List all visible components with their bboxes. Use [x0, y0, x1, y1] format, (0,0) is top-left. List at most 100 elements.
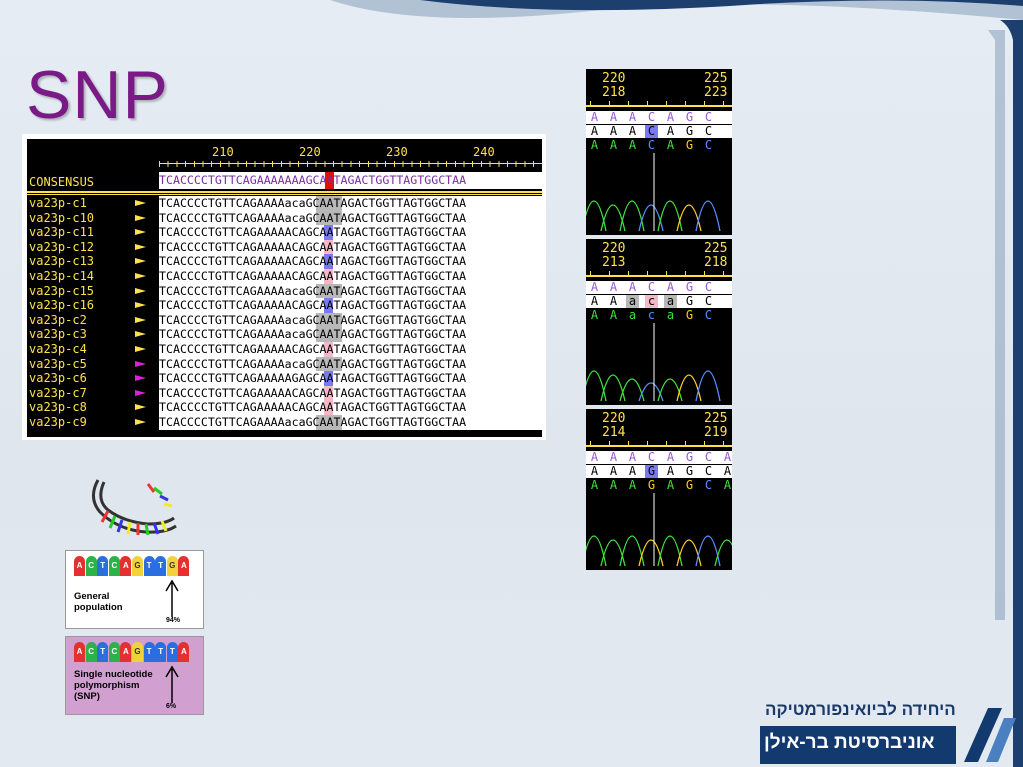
called-base: A [628, 478, 637, 492]
nucleotide-base: T [143, 642, 155, 662]
sequence-row-label: va23p-c14 [29, 268, 95, 283]
row-arrow-icon [135, 345, 146, 352]
position-label: 223 [704, 85, 728, 100]
sequence-text: TCACCCCTGTTCAGAAAAACAGCAATAGACTGGTTAGTGG… [159, 341, 467, 356]
unit-name: היחידה לביואינפורמטיקה [765, 700, 956, 719]
position-tick [704, 101, 705, 106]
sequence-row: va23p-c9 TCACCCCTGTTCAGAAAAacaGCAATAGACTG… [27, 414, 542, 430]
consensus-label: CONSENSUS [29, 175, 95, 189]
called-base: C [704, 478, 713, 492]
sequence-row: va23p-c16 TCACCCCTGTTCAGAAAAACAGCAATAGACT… [27, 298, 542, 313]
position-label: 225 [704, 411, 728, 426]
reference-base: A [609, 280, 618, 294]
reference-base: C [647, 280, 656, 294]
sample-base: G [645, 465, 658, 478]
university-name: אוניברסיטת בר-אילן [764, 732, 935, 753]
dna-helix-icon [92, 479, 177, 536]
sequence-text: TCACCCCTGTTCAGAAAAacaGCAATAGACTGGTTAGTGG… [159, 414, 467, 429]
position-tick [628, 441, 629, 446]
sequence-row: va23p-c4 TCACCCCTGTTCAGAAAAACAGCAATAGACTG… [27, 341, 542, 357]
called-base: C [647, 138, 656, 152]
position-ruler [586, 275, 732, 277]
called-bases-row: AAAGAGCA [586, 479, 732, 492]
nucleotide-base: A [120, 556, 132, 576]
sequence-row: va23p-c11 TCACCCCTGTTCAGAAAAACAGCAATAGACT… [27, 225, 542, 240]
sequence-row-label: va23p-c9 [29, 414, 87, 429]
position-tick [685, 441, 686, 446]
sample-base: C [704, 464, 713, 478]
chromatogram-trace [586, 323, 721, 402]
chromatogram-trace [586, 493, 732, 567]
chromatogram-panel: 220 225 218 223 A A A C A G C A A A C A G C A A A C A G C [586, 69, 732, 235]
sample-base: A [590, 294, 599, 308]
ruler-label: 240 [473, 145, 495, 159]
row-arrow-icon [135, 302, 146, 309]
sample-base: G [685, 464, 694, 478]
row-arrow-icon [135, 214, 146, 221]
called-base: A [590, 478, 599, 492]
sequence-row-label: va23p-c10 [29, 210, 95, 225]
sample-base: A [628, 124, 637, 138]
ruler-label: 220 [299, 145, 321, 159]
sequence-row-sequence: TCACCCCTGTTCAGAAAAacaGCAATAGACTGGTTAGTGG… [159, 312, 542, 328]
position-tick [685, 271, 686, 276]
reference-base: A [609, 110, 618, 124]
chromatogram-trace [586, 153, 721, 232]
population-percent: 6% [166, 703, 177, 710]
separator-line [27, 194, 542, 195]
position-label: 218 [704, 255, 728, 270]
sample-base: A [609, 464, 618, 478]
reference-base: A [590, 110, 599, 124]
chromatogram-peak [586, 535, 607, 567]
consensus-sequence-text: TCACCCCTGTTCAGAAAAAAAGCAATAGACTGGTTAGTGG… [159, 173, 467, 187]
reference-base: A [666, 280, 675, 294]
nucleotide-base: G [131, 642, 144, 662]
sequence-text: TCACCCCTGTTCAGAAAAacaGCAATAGACTGGTTAGTGG… [159, 312, 467, 327]
ruler-ticks [159, 161, 542, 167]
sample-base: A [590, 464, 599, 478]
university-logo-icon [964, 708, 1016, 762]
sequence-row: va23p-c3 TCACCCCTGTTCAGAAAAacaGCAATAGACTG… [27, 327, 542, 342]
row-arrow-icon [135, 331, 146, 338]
sequence-alignment-panel: 210 220 230 240 CONSENSUS TCACCCCTGTTCAG… [22, 134, 546, 440]
sequence-row-sequence: TCACCCCTGTTCAGAAAAACAGCAATAGACTGGTTAGTGG… [159, 341, 542, 357]
sequence-row-label: va23p-c15 [29, 283, 95, 298]
called-base: G [647, 478, 656, 492]
position-tick [628, 271, 629, 276]
position-tick [647, 271, 648, 276]
row-arrow-icon [135, 287, 146, 294]
sample-base: A [590, 124, 599, 138]
sequence-text: TCACCCCTGTTCAGAAAAacaGCAATAGACTGGTTAGTGG… [159, 196, 467, 210]
reference-bases-row: AAACAGC [586, 111, 732, 124]
sequence-row-sequence: TCACCCCTGTTCAGAAAAACAGCAATAGACTGGTTAGTGG… [159, 225, 542, 240]
reference-base: A [590, 280, 599, 294]
arrow-up-icon [165, 665, 179, 703]
sequence-row-sequence: TCACCCCTGTTCAGAAAAacaGCAATAGACTGGTTAGTGG… [159, 327, 542, 342]
called-base: A [590, 308, 599, 322]
sequence-row-sequence: TCACCCCTGTTCAGAAAAACAGCAATAGACTGGTTAGTGG… [159, 268, 542, 284]
sequence-text: TCACCCCTGTTCAGAAAAacaGCAATAGACTGGTTAGTGG… [159, 210, 467, 225]
sequence-row-sequence: TCACCCCTGTTCAGAAAAacaGCAATAGACTGGTTAGTGG… [159, 356, 542, 372]
row-arrow-icon [135, 404, 146, 411]
sequence-text: TCACCCCTGTTCAGAAAAacaGCAATAGACTGGTTAGTGG… [159, 356, 467, 371]
reference-base: A [628, 280, 637, 294]
sequence-row-label: va23p-c7 [29, 385, 87, 400]
sequence-row-label: va23p-c1 [29, 196, 87, 210]
reference-base: C [647, 110, 656, 124]
nucleotide-base: G [166, 556, 178, 576]
sequence-rows: va23p-c1 TCACCCCTGTTCAGAAAAacaGCAATAGACTG… [27, 196, 542, 430]
ruler-line [159, 163, 542, 164]
chromatogram-panel: 220 225 213 218 A A A C A G C A Aa c a G C A Aa c a G C [586, 239, 732, 405]
sequence-text: TCACCCCTGTTCAGAAAAACAGCAATAGACTGGTTAGTGG… [159, 225, 467, 240]
sequence-row: va23p-c15 TCACCCCTGTTCAGAAAAacaGCAATAGACT… [27, 283, 542, 299]
called-bases-row: AAacaGC [586, 309, 732, 322]
row-arrow-icon [135, 243, 146, 250]
position-label: 219 [704, 425, 728, 440]
sample-base: a [626, 295, 639, 308]
nucleotide-base: A [74, 642, 86, 662]
nucleotide-base: T [155, 642, 167, 662]
nucleotide-base: C [108, 556, 120, 576]
called-base: C [704, 308, 713, 322]
called-base: c [647, 308, 656, 322]
population-caption: Single nucleotide polymorphism (SNP) [74, 669, 153, 702]
